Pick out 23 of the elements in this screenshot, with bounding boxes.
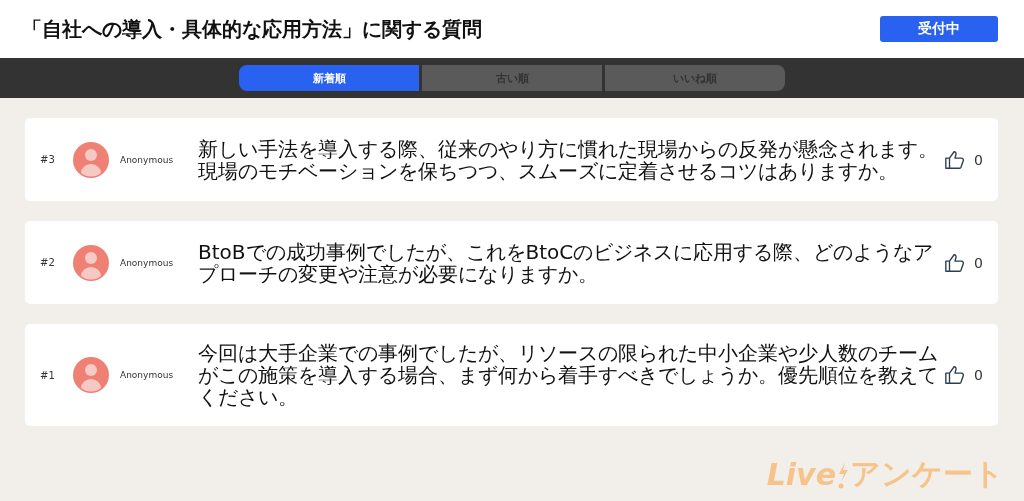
question-text: BtoBでの成功事例でしたが、これをBtoCのビジネスに応用する際、どのようなアプローチの変更や注意が必要になりますか。 [198, 240, 935, 285]
like-count: 0 [974, 151, 983, 168]
avatar-icon [73, 357, 109, 393]
author-name: Anonymous [119, 257, 175, 268]
question-number: #1 [39, 369, 56, 381]
question-text: 今回は大手企業での事例でしたが、リソースの限られた中小企業や少人数のチームがこの施策を導入する場合、まず何から着手すべきでしょうか。優先順位を教えてください。 [198, 342, 939, 408]
thumbs-up-icon[interactable] [944, 364, 966, 386]
question-number: #2 [39, 257, 56, 268]
author-name: Anonymous [119, 154, 175, 165]
logo-text: Live [766, 457, 836, 492]
thumbs-up-icon[interactable] [944, 251, 966, 274]
like-count: 0 [974, 367, 983, 383]
page-title: 「自社への導入・具体的な応用方法」に関する質問 [22, 15, 482, 43]
avatar-icon [73, 244, 109, 281]
question-number: #3 [39, 154, 56, 165]
avatar-icon [73, 141, 109, 178]
logo-text: アンケート [850, 455, 1004, 493]
status-button[interactable]: 受付中 [880, 16, 998, 42]
sort-tab[interactable]: 新着順 [239, 65, 419, 91]
like-count: 0 [974, 254, 983, 271]
question-text: 新しい手法を導入する際、従来のやり方に慣れた現場からの反発が懸念されます。現場のモチベーションを保ちつつ、スムーズに定着させるコツはありますか。 [198, 137, 939, 182]
author-name: Anonymous [119, 370, 175, 380]
thumbs-up-icon[interactable] [944, 148, 966, 171]
